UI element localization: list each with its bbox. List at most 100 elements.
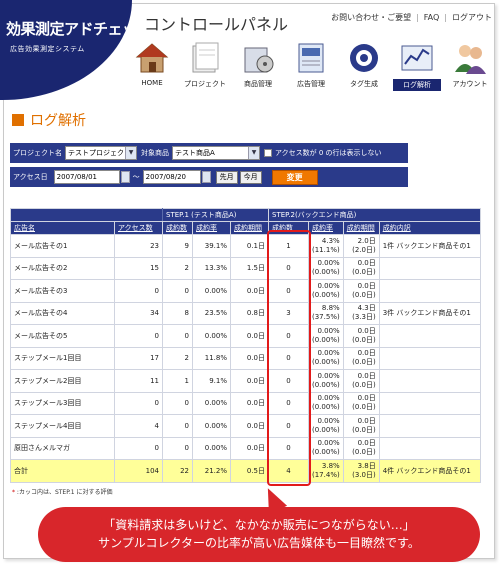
col-conv[interactable]: 成約数 [162,221,193,235]
nav-tags[interactable]: タグ生成 [340,36,388,94]
access-cell: 0 [114,391,163,415]
hide-zero-checkbox[interactable] [264,149,272,157]
access-cell: 11 [114,369,163,393]
users-icon [455,45,486,74]
conv-cell: 0 [162,414,193,438]
main-nav: HOME プロジェクト 商品管理 広告管理 タグ生成 ログ解析 アカウント [128,36,490,94]
period2-cell-relative: (2.0日) [352,245,376,254]
date-tilde: ～ [132,173,140,181]
product-select-value: テスト商品A [175,149,215,157]
logout-link[interactable]: ログアウト [452,13,492,22]
rate2-cell-value: 0.00% [317,439,340,448]
conv-cell: 22 [162,459,193,483]
nav-label: 広告管理 [297,80,325,88]
rate2-cell-value: 0.00% [317,371,340,380]
col-ad-name[interactable]: 広告名 [10,221,115,235]
contact-link[interactable]: お問い合わせ・ご要望 [331,13,411,22]
col-period2[interactable]: 成約期間 [342,221,380,235]
col-access[interactable]: アクセス数 [114,221,163,235]
log-analysis-table: STEP.1 (テスト商品A) STEP.2(バックエンド商品) 広告名 アクセ… [10,208,482,483]
footnote: * :カッコ内は、STEP.1 に対する評価 [12,487,113,496]
rate2-cell-value: 3.8% [321,461,340,470]
conv-cell: 0 [162,279,193,303]
rate2-cell-relative: (0.00%) [312,335,340,344]
folder-icon [192,42,219,73]
rate-cell: 0.00% [192,391,231,415]
nav-log-analysis[interactable]: ログ解析 [393,36,441,94]
project-select[interactable]: テストプロジェクト ▼ [65,146,137,160]
conv-cell: 0 [162,324,193,348]
ad-name-cell: ステップメール1回目 [10,346,115,370]
apply-button[interactable]: 変更 [271,169,318,185]
rate2-cell: 0.00% (0.00%) [308,414,344,438]
period2-cell-value: 2.0日 [357,236,376,245]
step2-conv-highlight [267,230,311,486]
date-to-input[interactable]: 2007/08/20 [142,170,201,184]
rate2-cell-relative: (0.00%) [312,425,340,434]
ad-name-cell: メール広告その3 [10,279,115,303]
tag-gear-icon [350,44,378,72]
table-row: メール広告その3 0 0 0.00% 0.0日 0 0.00% (0.00%) 0.0日 (0.0… [10,279,482,303]
faq-link[interactable]: FAQ [424,13,440,22]
ad-name-cell: ステップメール2回目 [10,369,115,393]
nav-label: HOME [141,79,163,87]
access-cell: 0 [114,436,163,460]
project-select-value: テストプロジェクト [68,149,131,157]
nav-home[interactable]: HOME [128,36,176,94]
calendar-icon[interactable] [120,171,130,183]
period2-cell-relative: (3.3日) [352,313,376,322]
detail-cell [378,346,482,370]
period-cell: 0.0日 [230,391,269,415]
period2-cell: 2.0日 (2.0日) [342,234,380,258]
period2-cell-value: 0.0日 [357,259,376,268]
conv-cell: 0 [162,391,193,415]
rate2-cell-relative: (0.00%) [312,380,340,389]
ad-name-cell: ステップメール4回目 [10,414,115,438]
callout-line1: 「資料請求は多いけど、なかなか販売につながらない…」 [103,518,415,532]
brand-title: 効果測定アドチェック [6,20,132,38]
period2-cell-value: 3.8日 [357,461,376,470]
footnote-star: * [12,489,15,496]
project-label: プロジェクト名 [13,149,62,157]
calendar-icon[interactable] [201,171,211,183]
col-period[interactable]: 成約期間 [230,221,269,235]
nav-products[interactable]: 商品管理 [234,36,282,94]
page-title-text: ログ解析 [30,113,86,129]
date-label: アクセス日 [13,173,48,181]
period2-cell: 0.0日 (0.0日) [342,346,380,370]
col-rate[interactable]: 成約率 [192,221,231,235]
panel-title: コントロールパネル [144,15,289,34]
conv-cell: 0 [162,436,193,460]
nav-ads[interactable]: 広告管理 [287,36,335,94]
period-cell: 0.0日 [230,414,269,438]
period2-cell: 0.0日 (0.0日) [342,279,380,303]
col-rate2[interactable]: 成約率 [308,221,344,235]
nav-project[interactable]: プロジェクト [181,36,229,94]
access-cell: 4 [114,414,163,438]
rate-cell: 13.3% [192,256,231,280]
nav-account[interactable]: アカウント [446,36,494,94]
period-cell: 0.5日 [230,459,269,483]
ad-name-cell: 合計 [10,459,115,483]
rate2-cell-relative: (0.00%) [312,268,340,277]
ad-name-cell: メール広告その1 [10,234,115,258]
ad-name-cell: 原田さんメルマガ [10,436,115,460]
rate2-cell-relative: (0.00%) [312,290,340,299]
rate2-cell-value: 0.00% [317,326,340,335]
prev-month-button[interactable]: 先月 [215,170,238,184]
col-detail: 成約内訳 [378,221,482,235]
rate2-cell-value: 0.00% [317,416,340,425]
period-cell: 0.0日 [230,346,269,370]
nav-label: プロジェクト [184,80,226,88]
access-cell: 104 [114,459,163,483]
ad-name-cell: メール広告その4 [10,301,115,325]
ad-name-cell: ステップメール3回目 [10,391,115,415]
table-row: ステップメール4回目 4 0 0.00% 0.0日 0 0.00% (0.00%) 0.0日 (0… [10,414,482,438]
this-month-button[interactable]: 今月 [239,170,262,184]
period-cell: 0.8日 [230,301,269,325]
product-select[interactable]: テスト商品A ▼ [172,146,260,160]
title-square-icon [12,114,24,126]
period2-cell: 0.0日 (0.0日) [342,369,380,393]
table-row: メール広告その5 0 0 0.00% 0.0日 0 0.00% (0.00%) 0.0日 (0.0… [10,324,482,348]
date-from-input[interactable]: 2007/08/01 [53,170,120,184]
